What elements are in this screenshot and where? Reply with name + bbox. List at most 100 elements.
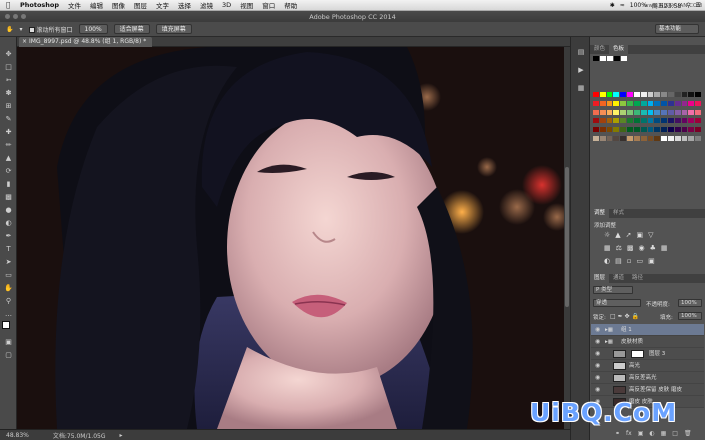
delete-layer-icon[interactable]: 🗑 bbox=[684, 430, 692, 437]
menu-3d[interactable]: 3D bbox=[222, 1, 231, 9]
photo-filter-icon[interactable]: ◉ bbox=[639, 244, 645, 252]
minimize-window-button[interactable] bbox=[13, 14, 18, 19]
lasso-tool-icon[interactable]: ➳ bbox=[3, 75, 14, 85]
vibrance-icon[interactable]: ▽ bbox=[648, 231, 653, 239]
eye-icon[interactable]: ◉ bbox=[595, 336, 600, 348]
swatch[interactable] bbox=[613, 127, 620, 133]
swatch[interactable] bbox=[640, 118, 647, 124]
clone-stamp-tool-icon[interactable]: ▲ bbox=[3, 153, 14, 163]
tool-preset-dropdown[interactable]: ▾ bbox=[19, 26, 22, 33]
zoom-tool-icon[interactable]: ⚲ bbox=[3, 296, 14, 306]
swatch[interactable] bbox=[633, 136, 640, 142]
swatch[interactable] bbox=[640, 100, 647, 106]
opacity-input[interactable]: 100% bbox=[678, 299, 702, 307]
eye-icon[interactable]: ◉ bbox=[595, 372, 600, 384]
swatch[interactable] bbox=[667, 127, 674, 133]
swatch[interactable] bbox=[620, 136, 627, 142]
swatch[interactable] bbox=[667, 109, 674, 115]
posterize-icon[interactable]: ▤ bbox=[615, 257, 622, 265]
history-brush-tool-icon[interactable]: ⟳ bbox=[3, 166, 14, 176]
swatch[interactable] bbox=[627, 136, 633, 142]
swatch[interactable] bbox=[599, 127, 606, 133]
swatch[interactable] bbox=[599, 100, 606, 106]
gradient-map-icon[interactable]: ▭ bbox=[636, 257, 643, 265]
swatch[interactable] bbox=[695, 127, 701, 133]
swatch[interactable] bbox=[688, 109, 695, 115]
scroll-all-windows-checkbox[interactable]: 滚动所有窗口 bbox=[28, 25, 73, 34]
swatch[interactable] bbox=[606, 100, 613, 106]
rectangle-tool-icon[interactable]: ▭ bbox=[3, 270, 14, 280]
brush-tool-icon[interactable]: ✏ bbox=[3, 140, 14, 150]
swatch[interactable] bbox=[620, 92, 627, 97]
new-group-icon[interactable]: ▦ bbox=[661, 430, 667, 437]
eye-icon[interactable]: ◉ bbox=[595, 384, 600, 396]
new-adjustment-icon[interactable]: ◐ bbox=[649, 430, 654, 437]
swatch[interactable] bbox=[633, 118, 640, 124]
threshold-icon[interactable]: ▫ bbox=[627, 257, 632, 265]
swatch[interactable] bbox=[621, 56, 627, 61]
close-window-button[interactable] bbox=[5, 14, 10, 19]
status-menu-arrow-icon[interactable]: ▸ bbox=[119, 432, 122, 439]
swatch[interactable] bbox=[647, 92, 654, 97]
fill-screen-button[interactable]: 填充屏幕 bbox=[155, 24, 192, 34]
new-layer-icon[interactable]: □ bbox=[672, 430, 678, 437]
swatch[interactable] bbox=[633, 100, 640, 106]
swatch[interactable] bbox=[661, 100, 667, 106]
swatch[interactable] bbox=[667, 92, 674, 97]
invert-icon[interactable]: ◐ bbox=[604, 257, 610, 265]
menu-edit[interactable]: 编辑 bbox=[90, 0, 103, 10]
selective-color-icon[interactable]: ▣ bbox=[648, 257, 655, 265]
layer-style-icon[interactable]: fx bbox=[626, 430, 632, 437]
document-canvas[interactable] bbox=[17, 47, 570, 429]
pen-tool-icon[interactable]: ✒ bbox=[3, 231, 14, 241]
menu-help[interactable]: 帮助 bbox=[284, 0, 297, 10]
swatch[interactable] bbox=[667, 136, 674, 142]
bluetooth-icon[interactable]: ✱ bbox=[610, 2, 615, 9]
tab-swatches[interactable]: 色板 bbox=[609, 45, 629, 54]
swatch[interactable] bbox=[654, 136, 661, 142]
close-tab-icon[interactable]: × bbox=[22, 37, 27, 47]
swatch[interactable] bbox=[593, 136, 599, 142]
menu-type[interactable]: 文字 bbox=[156, 0, 169, 10]
swatch[interactable] bbox=[688, 118, 695, 124]
menu-select[interactable]: 选择 bbox=[178, 0, 191, 10]
eye-icon[interactable]: ◉ bbox=[595, 324, 600, 336]
layer-row[interactable]: ◉ 图层 3 bbox=[591, 348, 704, 360]
swatch[interactable] bbox=[667, 100, 674, 106]
hand-tool-icon[interactable]: ✋ bbox=[3, 283, 14, 293]
swatch[interactable] bbox=[654, 127, 661, 133]
swatch[interactable] bbox=[647, 127, 654, 133]
layer-row[interactable]: ◉ 高反差高光 bbox=[591, 372, 704, 384]
zoom-window-button[interactable] bbox=[21, 14, 26, 19]
swatch[interactable] bbox=[681, 118, 688, 124]
swatch-grid[interactable] bbox=[593, 92, 701, 144]
swatch[interactable] bbox=[647, 109, 654, 115]
healing-brush-tool-icon[interactable]: ✚ bbox=[3, 127, 14, 137]
add-mask-icon[interactable]: ▣ bbox=[638, 430, 644, 437]
path-selection-tool-icon[interactable]: ➤ bbox=[3, 257, 14, 267]
swatch[interactable] bbox=[681, 92, 688, 97]
properties-icon[interactable]: ▦ bbox=[576, 83, 586, 93]
swatch[interactable] bbox=[695, 92, 701, 97]
swatch[interactable] bbox=[606, 109, 613, 115]
swatch[interactable] bbox=[640, 109, 647, 115]
swatch[interactable] bbox=[695, 136, 701, 142]
swatch[interactable] bbox=[681, 109, 688, 115]
swatch[interactable] bbox=[633, 127, 640, 133]
swatch[interactable] bbox=[613, 100, 620, 106]
swatch[interactable] bbox=[607, 56, 613, 61]
swatch[interactable] bbox=[674, 127, 681, 133]
swatch[interactable] bbox=[633, 92, 640, 97]
swatch[interactable] bbox=[654, 92, 661, 97]
tab-channels[interactable]: 通道 bbox=[609, 274, 628, 283]
swatch[interactable] bbox=[633, 109, 640, 115]
layer-row[interactable]: ◉ 高光 bbox=[591, 360, 704, 372]
document-tab[interactable]: × IMG_8997.psd @ 48.8% (组 1, RGB/8) * bbox=[19, 37, 153, 47]
swatch[interactable] bbox=[599, 109, 606, 115]
swatch[interactable] bbox=[627, 118, 633, 124]
eye-icon[interactable]: ◉ bbox=[595, 360, 600, 372]
menu-image[interactable]: 图像 bbox=[112, 0, 125, 10]
swatch[interactable] bbox=[593, 127, 599, 133]
quick-mask-icon[interactable]: ▣ bbox=[3, 337, 14, 347]
layer-kind-filter[interactable]: P 类型 bbox=[593, 286, 633, 294]
